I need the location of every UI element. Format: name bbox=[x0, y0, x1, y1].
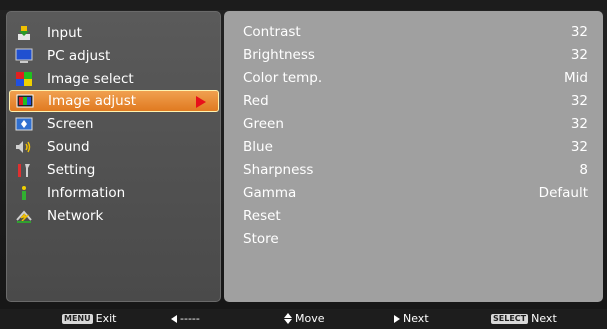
menu-item-sound[interactable]: Sound bbox=[9, 135, 219, 158]
menu-item-input[interactable]: Input bbox=[9, 21, 219, 44]
param-label: Color temp. bbox=[243, 69, 323, 86]
select-next-label: Next bbox=[531, 312, 557, 325]
param-label: Brightness bbox=[243, 46, 315, 63]
param-label: Red bbox=[243, 92, 269, 109]
menu-item-image-select[interactable]: Image select bbox=[9, 67, 219, 90]
select-key-icon: SELECT bbox=[491, 313, 529, 324]
param-value: Default bbox=[538, 184, 588, 201]
menu-key-icon: MENU bbox=[62, 313, 93, 324]
param-label: Blue bbox=[243, 138, 273, 155]
param-row-store[interactable]: Store bbox=[243, 227, 588, 250]
menu-item-network[interactable]: Network bbox=[9, 204, 219, 227]
main-menu-list: Input PC adjust Image select Image adjus… bbox=[9, 21, 219, 227]
menu-item-pc-adjust[interactable]: PC adjust bbox=[9, 44, 219, 67]
menu-item-label: PC adjust bbox=[47, 47, 111, 64]
image-adjust-icon bbox=[16, 93, 34, 109]
param-row-green[interactable]: Green 32 bbox=[243, 112, 588, 135]
projector-osd: Input PC adjust Image select Image adjus… bbox=[0, 0, 607, 329]
param-value: 32 bbox=[570, 46, 588, 63]
param-row-red[interactable]: Red 32 bbox=[243, 89, 588, 112]
move-hint: Move bbox=[284, 312, 325, 325]
menu-item-screen[interactable]: Screen bbox=[9, 112, 219, 135]
param-label: Contrast bbox=[243, 23, 301, 40]
param-label: Sharpness bbox=[243, 161, 314, 178]
top-strip bbox=[0, 0, 607, 10]
param-label: Store bbox=[243, 230, 279, 247]
next-hint: Next bbox=[394, 312, 429, 325]
bottom-help-bar: MENU Exit ----- Move Next SELECT Next bbox=[0, 309, 607, 329]
param-label: Gamma bbox=[243, 184, 297, 201]
back-hint: ----- bbox=[171, 312, 200, 325]
network-icon bbox=[15, 208, 33, 224]
param-row-sharpness[interactable]: Sharpness 8 bbox=[243, 158, 588, 181]
exit-hint[interactable]: MENU Exit bbox=[62, 312, 116, 325]
param-row-color-temp[interactable]: Color temp. Mid bbox=[243, 66, 588, 89]
image-adjust-panel: Contrast 32 Brightness 32 Color temp. Mi… bbox=[224, 11, 603, 302]
param-row-gamma[interactable]: Gamma Default bbox=[243, 181, 588, 204]
param-label: Reset bbox=[243, 207, 281, 224]
move-label: Move bbox=[295, 312, 325, 325]
menu-item-label: Image select bbox=[47, 70, 134, 87]
setting-icon bbox=[15, 162, 33, 178]
next-label: Next bbox=[403, 312, 429, 325]
menu-item-label: Information bbox=[47, 184, 126, 201]
param-row-blue[interactable]: Blue 32 bbox=[243, 135, 588, 158]
param-value: 32 bbox=[570, 115, 588, 132]
exit-label: Exit bbox=[95, 312, 117, 325]
param-value: 8 bbox=[579, 161, 588, 178]
main-menu-panel: Input PC adjust Image select Image adjus… bbox=[6, 11, 221, 302]
param-row-contrast[interactable]: Contrast 32 bbox=[243, 20, 588, 43]
submenu-arrow-icon bbox=[196, 96, 206, 108]
param-value: Mid bbox=[564, 69, 588, 86]
param-row-reset[interactable]: Reset bbox=[243, 204, 588, 227]
param-value: 32 bbox=[570, 138, 588, 155]
select-next-hint[interactable]: SELECT Next bbox=[491, 312, 557, 325]
menu-item-label: Network bbox=[47, 207, 104, 224]
up-down-arrow-icon bbox=[284, 313, 292, 324]
image-select-icon bbox=[15, 71, 33, 87]
param-value: 32 bbox=[570, 23, 588, 40]
sound-icon bbox=[15, 139, 33, 155]
left-arrow-icon bbox=[171, 314, 177, 323]
back-label: ----- bbox=[180, 312, 200, 325]
menu-item-setting[interactable]: Setting bbox=[9, 158, 219, 181]
menu-item-label: Screen bbox=[47, 115, 94, 132]
param-row-brightness[interactable]: Brightness 32 bbox=[243, 43, 588, 66]
menu-item-image-adjust[interactable]: Image adjust bbox=[9, 90, 219, 112]
pc-adjust-icon bbox=[15, 48, 33, 64]
menu-item-label: Input bbox=[47, 24, 82, 41]
screen-icon bbox=[15, 116, 33, 132]
menu-item-label: Setting bbox=[47, 161, 96, 178]
information-icon bbox=[15, 185, 33, 201]
param-label: Green bbox=[243, 115, 284, 132]
input-icon bbox=[15, 25, 33, 41]
right-arrow-icon bbox=[394, 314, 400, 323]
param-value: 32 bbox=[570, 92, 588, 109]
param-list: Contrast 32 Brightness 32 Color temp. Mi… bbox=[243, 20, 588, 250]
menu-item-information[interactable]: Information bbox=[9, 181, 219, 204]
menu-item-label: Image adjust bbox=[48, 93, 137, 109]
menu-item-label: Sound bbox=[47, 138, 90, 155]
